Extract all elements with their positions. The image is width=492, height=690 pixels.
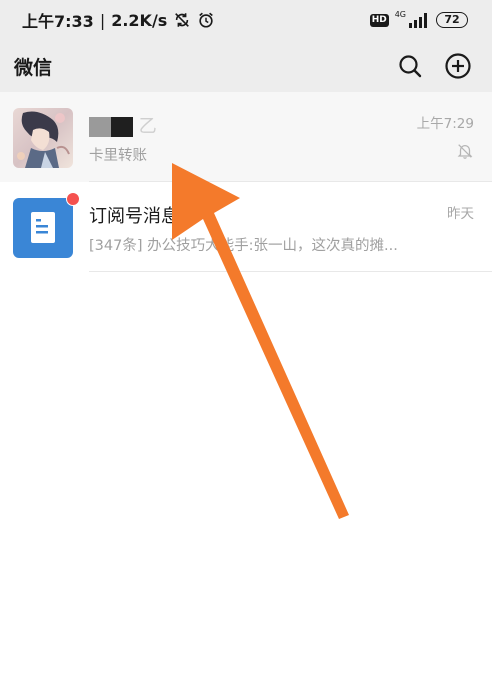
status-bar: 上午7:33 | 2.2K/s HD 4G 72 <box>0 0 492 40</box>
add-button[interactable] <box>443 51 473 81</box>
document-icon <box>31 212 55 243</box>
hd-icon: HD <box>369 13 389 27</box>
chat-item-subscriptions[interactable]: 订阅号消息 [347条] 办公技巧大能手:张一山，这次真的摊... 昨天 <box>0 182 492 272</box>
net-speed: 2.2K/s <box>111 10 168 30</box>
wechat-screen: 上午7:33 | 2.2K/s HD 4G 72 微信 乙 卡里转账 上午7:2… <box>0 0 492 690</box>
subscription-avatar <box>13 198 73 258</box>
chat-time: 上午7:29 <box>416 116 474 132</box>
status-right: HD 4G 72 <box>369 10 468 30</box>
chat-name: 乙 <box>89 112 157 138</box>
chat-preview: [347条] 办公技巧大能手:张一山，这次真的摊... <box>89 238 398 254</box>
network-type: 4G <box>394 10 406 19</box>
battery-indicator: 72 <box>436 12 468 28</box>
chat-name-suffix: 乙 <box>138 116 157 137</box>
signal-icon <box>409 13 427 28</box>
chat-list: 乙 卡里转账 上午7:29 订阅号消息 [347条] 办公技巧大能手:张一山，这… <box>0 92 492 272</box>
search-button[interactable] <box>395 51 425 81</box>
redacted-name-block <box>89 117 111 137</box>
status-left: 上午7:33 | 2.2K/s <box>22 9 215 31</box>
status-separator: | <box>99 10 106 30</box>
mute-bell-icon <box>457 144 473 159</box>
unread-dot <box>66 192 80 206</box>
page-title: 微信 <box>14 57 53 79</box>
alarm-icon <box>199 12 214 28</box>
chat-preview: 卡里转账 <box>89 148 147 164</box>
chat-time: 昨天 <box>447 206 474 222</box>
chat-name: 订阅号消息 <box>89 206 179 227</box>
redacted-name-block <box>111 117 133 137</box>
status-time: 上午7:33 <box>22 12 94 31</box>
sync-off-icon <box>175 13 190 27</box>
chat-item-contact[interactable]: 乙 卡里转账 上午7:29 <box>0 92 492 182</box>
anime-avatar-image <box>13 108 73 168</box>
add-circle-icon <box>445 53 471 79</box>
contact-avatar <box>13 108 73 168</box>
app-header: 微信 <box>0 40 492 92</box>
row-divider <box>89 271 492 272</box>
search-icon <box>399 55 422 78</box>
